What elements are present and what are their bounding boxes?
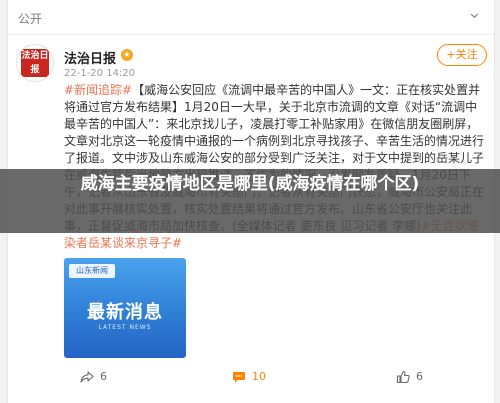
news-source-badge: 山东新闻 [69, 264, 115, 278]
comment-icon [233, 372, 245, 383]
avatar[interactable]: 法治日报 [16, 44, 54, 82]
hashtag-link[interactable]: #新闻追踪# [64, 83, 132, 97]
like-count: 6 [416, 370, 423, 383]
author-name[interactable]: 法治日报 [64, 48, 116, 67]
overlay-banner-title: 威海主要疫情地区是哪里(威海疫情在哪个区) [80, 174, 420, 194]
post-time: 22-1-20 14:20 [64, 68, 136, 79]
chevron-down-icon[interactable]: ⌄ [467, 4, 482, 22]
news-image-title: 最新消息 [87, 302, 163, 323]
thumbs-up-icon [396, 370, 410, 384]
visibility-label: 公开 [18, 12, 43, 26]
share-icon [80, 371, 94, 383]
follow-button[interactable]: +关注 [437, 44, 487, 66]
news-image-subtitle: LATEST NEWS [98, 324, 152, 331]
news-image[interactable]: 山东新闻 最新消息 LATEST NEWS [64, 258, 186, 358]
action-bar: 6 10 6 [0, 362, 500, 392]
share-count: 6 [100, 370, 107, 383]
verified-icon: ★ [121, 49, 133, 61]
comment-count: 10 [252, 370, 266, 383]
divider [8, 34, 494, 35]
avatar-logo: 法治日报 [21, 49, 49, 77]
